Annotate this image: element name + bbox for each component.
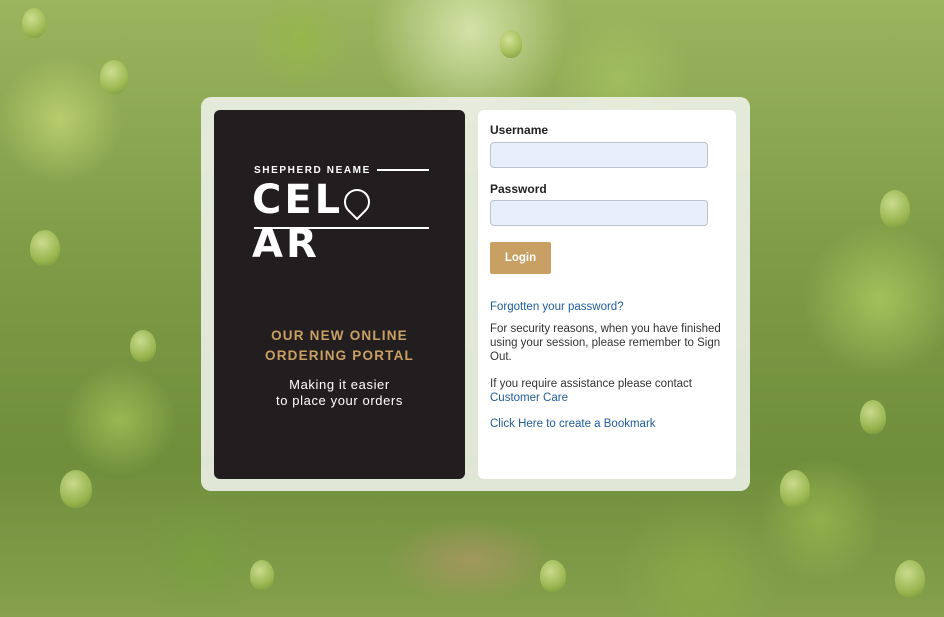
promo-card: SHEPHERD NEAME CELAR OUR NEW ONLINE ORDE…	[214, 110, 465, 479]
security-note: For security reasons, when you have fini…	[490, 323, 721, 363]
promo-headline-line1: OUR NEW ONLINE	[271, 328, 408, 343]
login-form: Username Password Login Forgotten your p…	[478, 110, 736, 479]
hop-cone-decoration	[780, 470, 810, 508]
hop-cone-decoration	[22, 8, 46, 38]
promo-headline: OUR NEW ONLINE ORDERING PORTAL	[214, 326, 465, 366]
hop-leaf-icon	[338, 183, 376, 221]
hop-cone-decoration	[60, 470, 92, 508]
hop-cone-decoration	[895, 560, 925, 598]
hop-cone-decoration	[30, 230, 60, 266]
password-input[interactable]	[490, 200, 708, 226]
brand-logo-top: SHEPHERD NEAME	[254, 164, 429, 176]
hop-cone-decoration	[860, 400, 886, 434]
brand-logo-main: CELAR	[252, 178, 432, 266]
password-label: Password	[490, 182, 547, 196]
brand-underline	[254, 227, 429, 229]
promo-sub-line2: to place your orders	[276, 393, 403, 408]
brand-line	[376, 169, 429, 171]
username-label: Username	[490, 123, 549, 137]
login-button[interactable]: Login	[490, 242, 551, 274]
assistance-label: If you require assistance please contact	[490, 378, 693, 390]
promo-subtitle: Making it easier to place your orders	[214, 377, 465, 409]
bookmark-link[interactable]: Click Here to create a Bookmark	[490, 417, 722, 431]
hop-cone-decoration	[250, 560, 274, 590]
hop-cone-decoration	[100, 60, 128, 94]
brand-main-left: CEL	[252, 177, 344, 223]
hop-cone-decoration	[130, 330, 156, 362]
promo-headline-line2: ORDERING PORTAL	[265, 348, 414, 363]
username-input[interactable]	[490, 142, 708, 168]
hop-cone-decoration	[880, 190, 910, 228]
brand-name-small: SHEPHERD NEAME	[254, 164, 371, 176]
promo-sub-line1: Making it easier	[289, 377, 390, 392]
hop-cone-decoration	[540, 560, 566, 592]
hop-cone-decoration	[500, 30, 522, 58]
assistance-text: If you require assistance please contact…	[490, 377, 722, 405]
forgot-password-link[interactable]: Forgotten your password?	[490, 300, 722, 314]
customer-care-link[interactable]: Customer Care	[490, 392, 568, 404]
